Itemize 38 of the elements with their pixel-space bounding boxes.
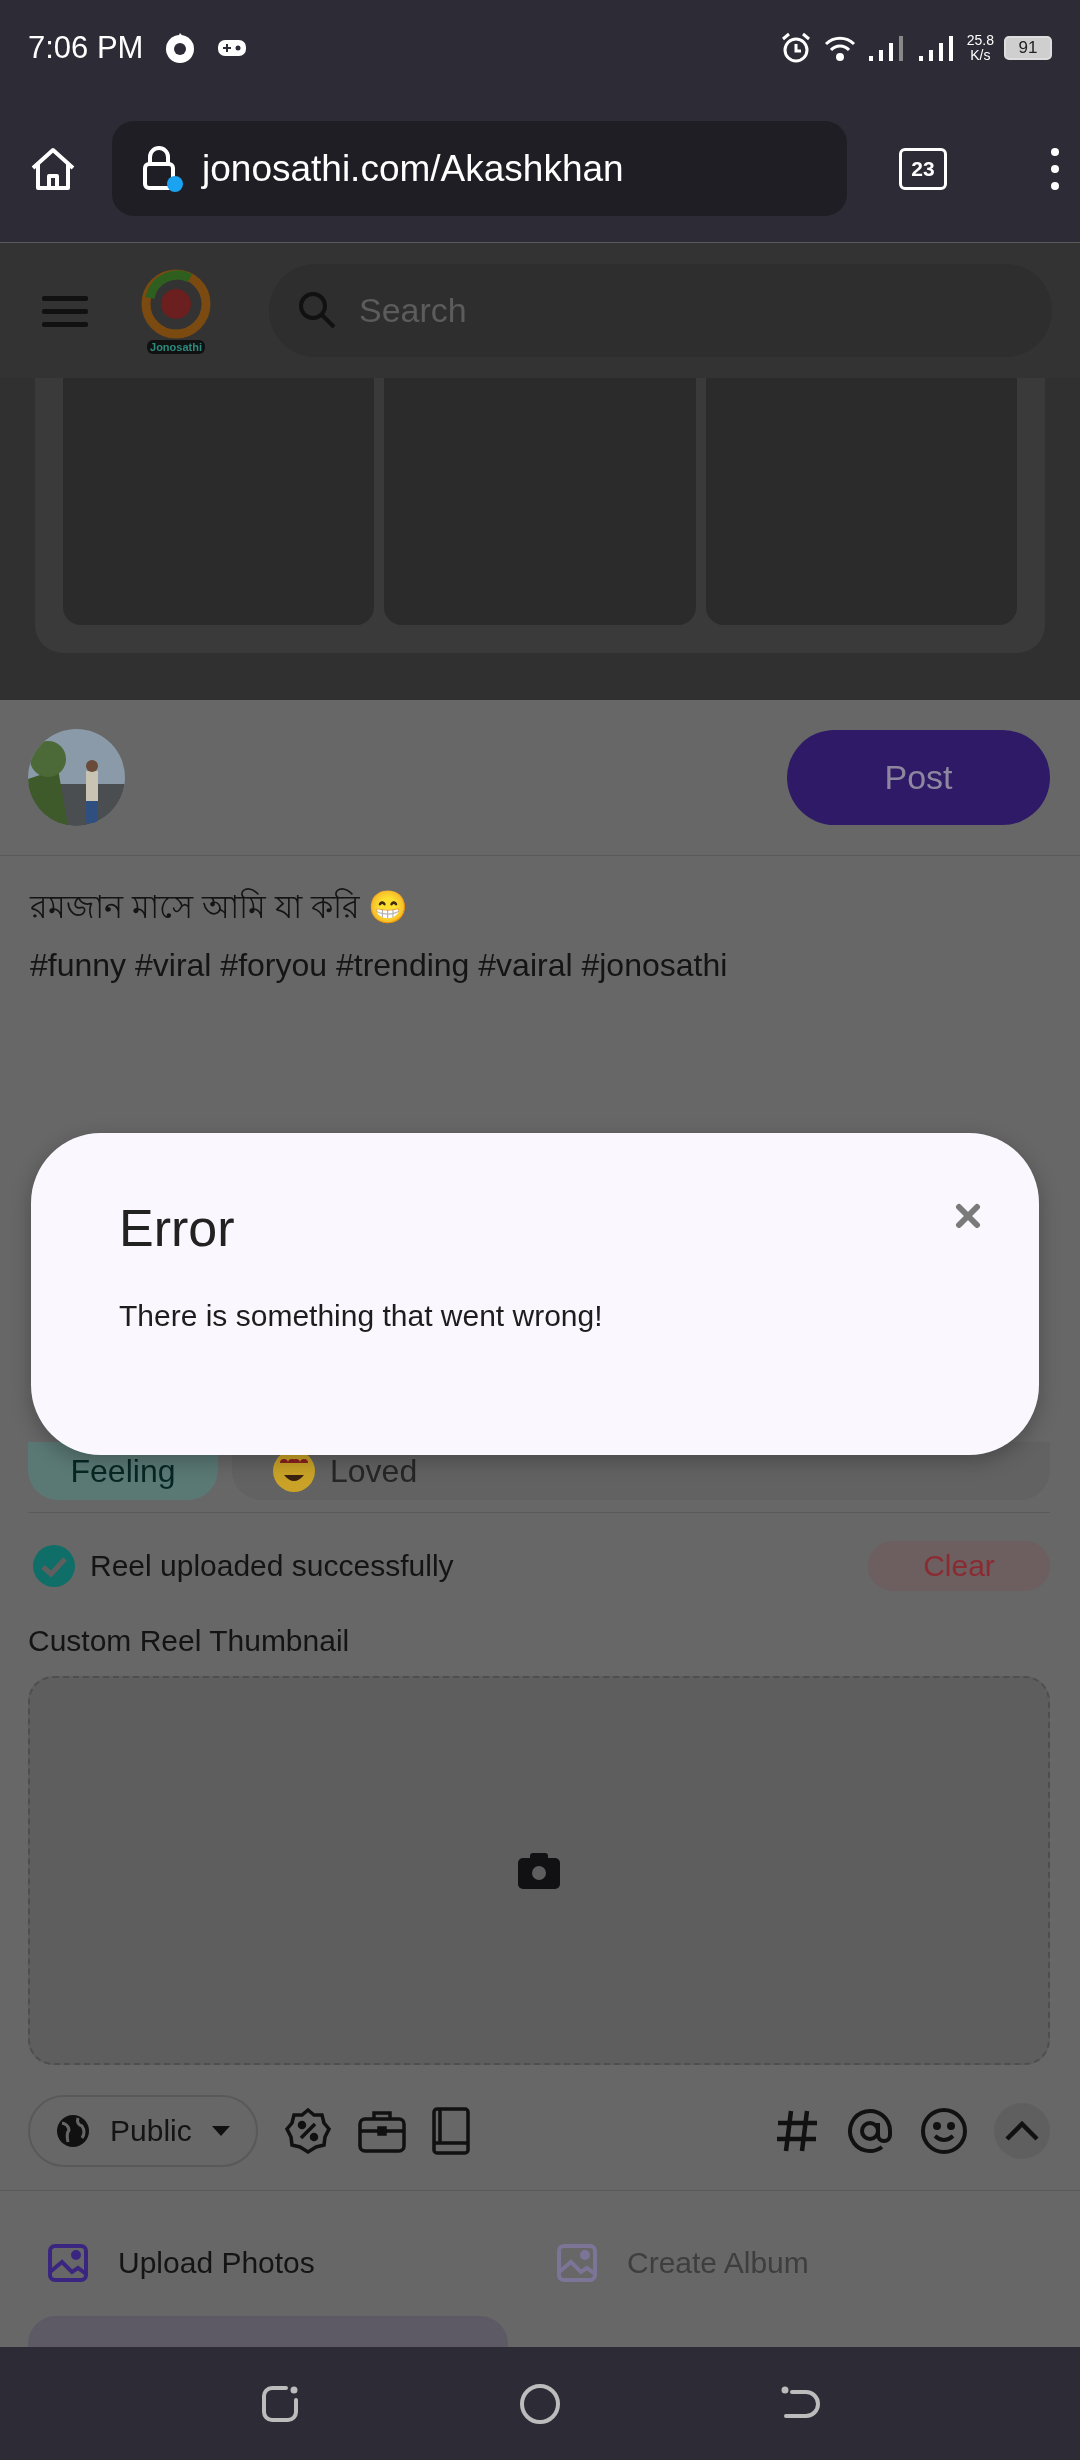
status-message: Reel uploaded successfully bbox=[90, 1549, 455, 1583]
recent-apps-icon[interactable] bbox=[259, 2383, 300, 2424]
action-link[interactable]: Upload Photos bbox=[118, 2246, 315, 2280]
caret-icon bbox=[211, 2126, 230, 2136]
url-text: jonosathi.com/Akashkhan bbox=[202, 147, 624, 190]
post-button[interactable]: Post bbox=[787, 730, 1050, 825]
search-icon bbox=[297, 290, 337, 330]
hashtag-icon[interactable] bbox=[774, 2108, 820, 2154]
privacy-dropdown[interactable]: Public bbox=[28, 2095, 258, 2167]
caption-text: রমজান মাসে আমি যা করি 😁 bbox=[30, 887, 410, 927]
tab-count[interactable]: 23 bbox=[899, 147, 947, 190]
battery-level: 91 bbox=[1004, 35, 1052, 60]
check-circle-icon bbox=[32, 1544, 76, 1588]
dialog-title: Error bbox=[119, 1198, 235, 1259]
camera-icon bbox=[518, 1852, 560, 1889]
network-speed-unit: K/s bbox=[970, 47, 991, 63]
globe-icon bbox=[56, 2114, 90, 2148]
section-label: Custom Reel Thumbnail bbox=[28, 1623, 351, 1659]
caption-text: #funny #viral #foryou #trending #vairal #jonosathi bbox=[30, 946, 729, 985]
network-speed: 25.8 bbox=[966, 32, 994, 48]
clock-time: 7:06 PM bbox=[28, 29, 144, 66]
logo-text: Jonosathi bbox=[147, 339, 205, 354]
chevron-up-icon bbox=[1004, 2120, 1040, 2142]
book-icon[interactable] bbox=[432, 2107, 470, 2155]
briefcase-icon[interactable] bbox=[358, 2109, 406, 2153]
image-icon[interactable] bbox=[48, 2244, 88, 2282]
smiley-icon[interactable] bbox=[920, 2107, 968, 2155]
discount-badge-icon[interactable] bbox=[284, 2107, 332, 2155]
error-message: There is something that went wrong! bbox=[119, 1299, 604, 1333]
gamepad-icon bbox=[217, 37, 248, 58]
close-icon[interactable] bbox=[955, 1203, 981, 1229]
feeling-value: Loved bbox=[330, 1452, 418, 1490]
home-icon[interactable] bbox=[519, 2382, 561, 2425]
address-bar[interactable]: jonosathi.com/Akashkhan bbox=[112, 121, 847, 216]
lock-icon bbox=[140, 143, 184, 194]
mention-icon[interactable] bbox=[846, 2107, 894, 2155]
thumbnail-upload-area[interactable] bbox=[28, 1676, 1050, 2065]
menu-icon[interactable] bbox=[1050, 146, 1060, 191]
